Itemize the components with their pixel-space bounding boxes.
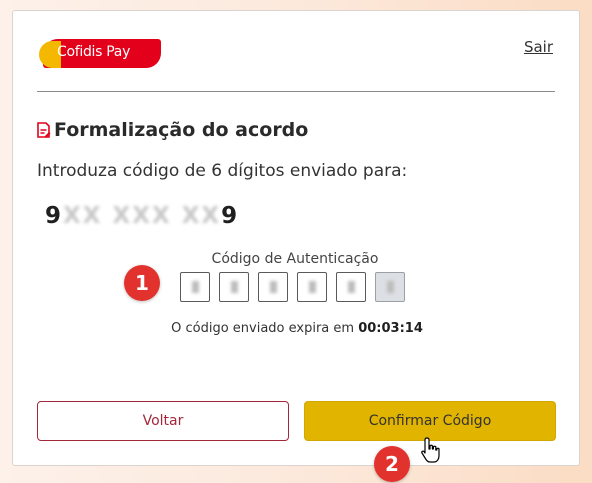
code-digit-4[interactable] [297, 272, 327, 302]
hand-pointer-icon [421, 437, 440, 463]
logout-link[interactable]: Sair [524, 38, 553, 56]
code-digit-2[interactable] [219, 272, 249, 302]
step-2-badge: 2 [374, 446, 410, 482]
confirm-code-button[interactable]: Confirmar Código [304, 401, 556, 441]
header-divider [37, 91, 555, 92]
intro-text: Introduza código de 6 dígitos enviado pa… [37, 161, 408, 181]
code-digit-6[interactable] [375, 272, 405, 302]
section-title-row: Formalização do acordo [37, 119, 308, 141]
formalization-card: Cofidis Pay Sair Formalização do acordo … [12, 10, 580, 466]
code-digit-1[interactable] [180, 272, 210, 302]
auth-code-label: Código de Autenticação [211, 251, 379, 267]
page-title: Formalização do acordo [54, 119, 309, 141]
code-digit-5[interactable] [336, 272, 366, 302]
cofidis-pay-logo: Cofidis Pay [39, 39, 161, 68]
expiry-text: O código enviado expira em 00:03:14 [171, 321, 423, 336]
auth-code-inputs [180, 272, 405, 302]
expiry-timer: 00:03:14 [358, 321, 423, 336]
code-digit-3[interactable] [258, 272, 288, 302]
back-button[interactable]: Voltar [37, 401, 289, 441]
masked-phone-number: 9XX XXX XX9 [45, 203, 240, 229]
document-edit-icon [37, 122, 51, 138]
step-1-badge: 1 [124, 265, 160, 301]
